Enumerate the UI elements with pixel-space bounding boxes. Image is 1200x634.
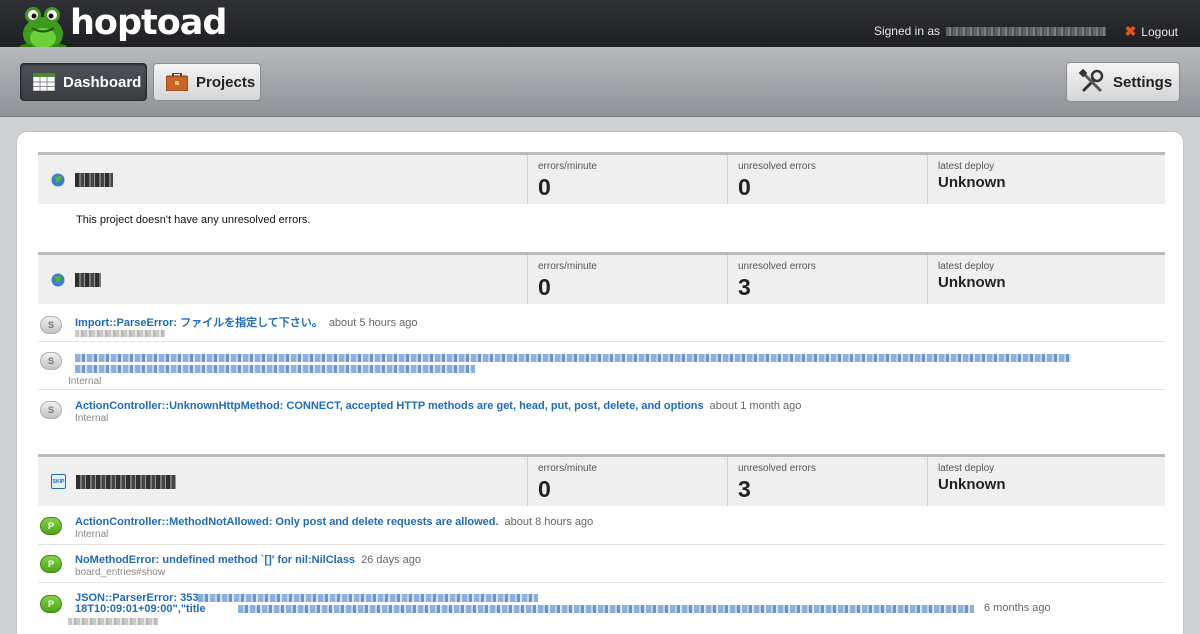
severity-badge: S (40, 316, 62, 334)
settings-button[interactable]: Settings (1066, 62, 1180, 102)
stat-value: Unknown (938, 476, 1006, 493)
stat-label: errors/minute (538, 463, 597, 474)
error-title[interactable]: NoMethodError: undefined method `[]' for… (75, 554, 421, 566)
unresolved-errors-stat: unresolved errors 3 (727, 255, 927, 304)
logout-label: Logout (1141, 24, 1178, 39)
redacted-username (946, 26, 1106, 36)
app-name: hoptoad (70, 3, 227, 43)
severity-badge: P (40, 517, 62, 535)
projects-button[interactable]: Projects (153, 63, 261, 101)
error-location: Internal (68, 376, 102, 387)
stat-label: latest deploy (938, 463, 995, 474)
severity-badge: P (40, 555, 62, 573)
stat-value: 3 (738, 274, 751, 300)
redacted-location (75, 330, 165, 337)
skip-icon: SKIP (51, 474, 66, 489)
briefcase-icon (166, 73, 188, 91)
unresolved-errors-stat: unresolved errors 0 (727, 155, 927, 204)
stat-label: unresolved errors (738, 161, 816, 172)
stat-value: 0 (538, 476, 551, 502)
project-name[interactable]: SKIP (38, 457, 527, 506)
latest-deploy-stat: latest deploy Unknown (927, 255, 1165, 304)
error-age: about 1 month ago (709, 400, 802, 412)
redacted-error-title-line2[interactable] (238, 605, 974, 613)
top-bar: hoptoad Signed in as ✖ Logout (0, 0, 1200, 52)
stat-label: latest deploy (938, 261, 995, 272)
error-message[interactable]: NoMethodError: undefined method `[]' for… (75, 554, 355, 566)
stat-value: Unknown (938, 274, 1006, 291)
error-title[interactable]: ActionController::MethodNotAllowed: Only… (75, 516, 593, 528)
signed-in-label: Signed in as (873, 24, 940, 38)
error-row[interactable]: P JSON::ParserError: 353: 18T10:09:01+09… (38, 583, 1165, 634)
errors-per-minute-stat: errors/minute 0 (527, 255, 727, 304)
redacted-error-title[interactable] (198, 594, 538, 602)
error-title[interactable]: Import::ParseError: ファイルを指定して下さい。 about 5… (75, 314, 418, 330)
empty-message: This project doesn't have any unresolved… (76, 214, 311, 226)
error-location: Internal (75, 413, 109, 424)
latest-deploy-stat: latest deploy Unknown (927, 155, 1165, 204)
severity-badge: S (40, 401, 62, 419)
redacted-error-title[interactable] (75, 354, 1071, 362)
redacted-project-name (76, 474, 176, 489)
globe-icon (51, 173, 65, 186)
settings-label: Settings (1113, 73, 1173, 91)
stat-label: unresolved errors (738, 261, 816, 272)
globe-icon (51, 273, 65, 286)
error-age: about 5 hours ago (328, 317, 418, 329)
redacted-project-name (75, 172, 113, 187)
error-row[interactable]: P ActionController::MethodNotAllowed: On… (38, 507, 1165, 545)
stat-label: errors/minute (538, 161, 597, 172)
logout-icon: ✖ (1124, 23, 1137, 39)
unresolved-errors-stat: unresolved errors 3 (727, 457, 927, 506)
error-age-wrap: 6 months ago (978, 602, 1051, 614)
project-name[interactable] (38, 255, 527, 304)
grid-icon (33, 73, 55, 91)
dashboard-label: Dashboard (63, 73, 142, 91)
error-row[interactable]: S ActionController::UnknownHttpMethod: C… (38, 390, 1165, 438)
error-age: 26 days ago (361, 554, 421, 566)
error-age: about 8 hours ago (504, 516, 594, 528)
latest-deploy-stat: latest deploy Unknown (927, 457, 1165, 506)
errors-per-minute-stat: errors/minute 0 (527, 457, 727, 506)
signed-in-info: Signed in as (874, 24, 1106, 38)
dashboard-button[interactable]: Dashboard (20, 63, 147, 101)
error-location: board_entries#show (75, 567, 166, 578)
tools-icon (1079, 69, 1104, 93)
nav-bar: Dashboard Projects Settings (0, 47, 1200, 117)
redacted-error-title-line2[interactable] (75, 365, 475, 373)
stat-value: 0 (538, 274, 551, 300)
stat-value: 3 (738, 476, 751, 502)
error-age: 6 months ago (984, 602, 1051, 614)
project-name[interactable] (38, 155, 527, 204)
project-header: errors/minute 0 unresolved errors 3 late… (38, 252, 1165, 304)
projects-label: Projects (196, 73, 256, 91)
error-row[interactable]: S Internal (38, 342, 1165, 390)
stat-label: unresolved errors (738, 463, 816, 474)
stat-value: Unknown (938, 174, 1006, 191)
error-message[interactable]: ActionController::MethodNotAllowed: Only… (75, 516, 499, 528)
severity-badge: P (40, 595, 62, 613)
error-location: Internal (75, 529, 109, 540)
error-row[interactable]: P NoMethodError: undefined method `[]' f… (38, 545, 1165, 583)
error-title-line2[interactable]: 18T10:09:01+09:00","title (75, 603, 206, 615)
severity-badge: S (40, 352, 62, 370)
error-message[interactable]: Import::ParseError: ファイルを指定して下さい。 (75, 317, 323, 329)
redacted-location (68, 618, 158, 625)
error-message[interactable]: ActionController::UnknownHttpMethod: CON… (75, 400, 704, 412)
logout-link[interactable]: ✖ Logout (1125, 23, 1178, 40)
error-title[interactable]: ActionController::UnknownHttpMethod: CON… (75, 400, 801, 412)
project-header: SKIP errors/minute 0 unresolved errors 3… (38, 454, 1165, 506)
stat-value: 0 (538, 174, 551, 200)
project-header: errors/minute 0 unresolved errors 0 late… (38, 152, 1165, 204)
stat-value: 0 (738, 174, 751, 200)
errors-per-minute-stat: errors/minute 0 (527, 155, 727, 204)
error-row[interactable]: S Import::ParseError: ファイルを指定して下さい。 about… (38, 306, 1165, 342)
stat-label: latest deploy (938, 161, 995, 172)
redacted-project-name (75, 272, 101, 287)
stat-label: errors/minute (538, 261, 597, 272)
